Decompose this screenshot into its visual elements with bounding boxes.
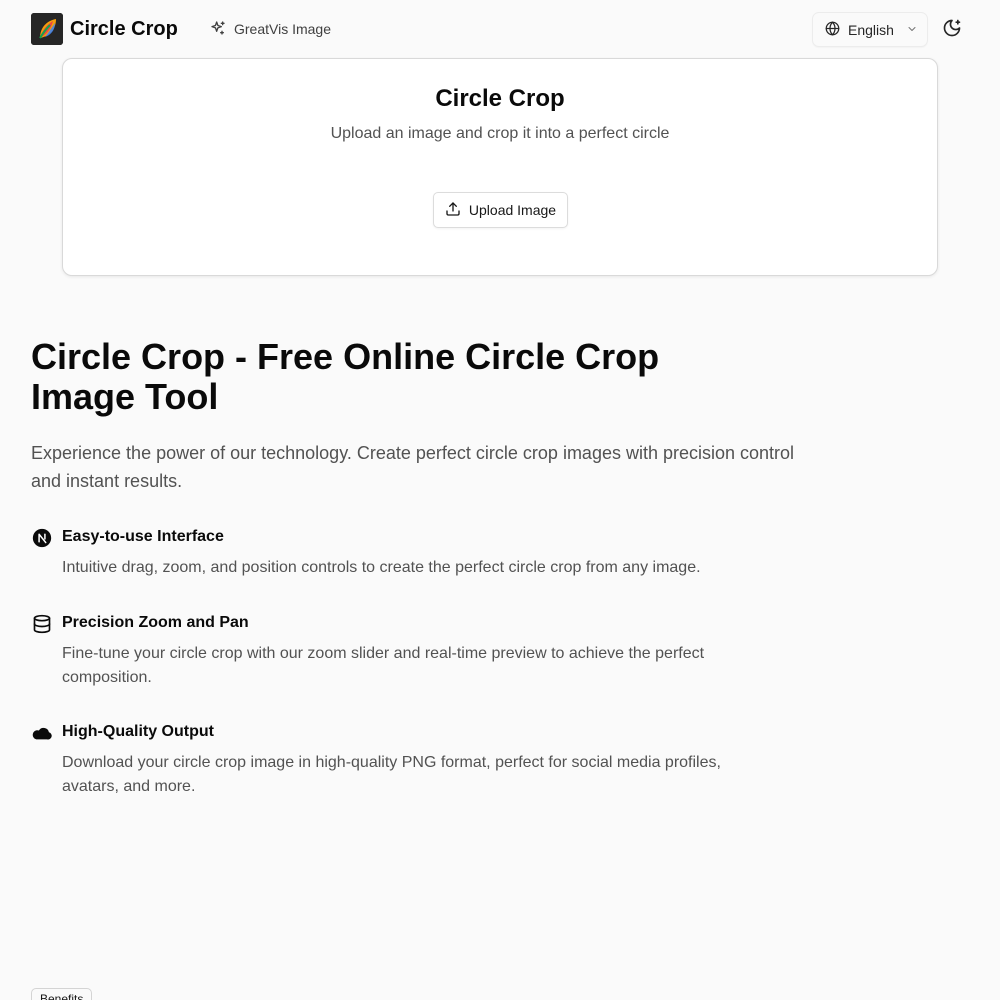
tool-subtitle: Upload an image and crop it into a perfe… <box>330 125 670 142</box>
moon-star-icon <box>942 18 962 43</box>
language-select[interactable]: English <box>812 12 928 47</box>
upload-image-label: Upload Image <box>468 202 557 218</box>
feature-description: Fine-tune your circle crop with our zoom… <box>62 645 705 686</box>
site-header: Circle Crop GreatVis Image English <box>0 0 1000 58</box>
brand-name[interactable]: Circle Crop <box>70 17 178 41</box>
page-title: Circle Crop - Free Online Circle Crop Im… <box>31 337 731 417</box>
upload-image-button[interactable]: Upload Image <box>433 192 568 228</box>
nextjs-icon <box>31 527 53 549</box>
page-description: Experience the power of our technology. … <box>31 443 795 491</box>
circle-crop-tool-card: Circle Crop Upload an image and crop it … <box>62 58 938 276</box>
page-title-line-2: Image Tool <box>31 376 219 417</box>
theme-toggle-button[interactable] <box>938 16 966 44</box>
feature-title: Easy-to-use Interface <box>62 528 224 545</box>
app-logo[interactable] <box>31 13 63 45</box>
upload-icon <box>445 201 461 220</box>
database-icon <box>31 613 53 635</box>
feature-description: Download your circle crop image in high-… <box>62 754 721 795</box>
nav-link-greatvis-image[interactable]: GreatVis Image <box>210 20 331 38</box>
chevron-down-icon <box>906 22 918 38</box>
feature-title: High-Quality Output <box>62 723 214 740</box>
sparkles-icon <box>210 20 226 39</box>
page-title-line-1: Circle Crop - Free Online Circle Crop <box>31 336 660 377</box>
feature-description: Intuitive drag, zoom, and position contr… <box>62 559 701 576</box>
globe-icon <box>825 20 840 39</box>
nav-link-label: GreatVis Image <box>234 21 332 37</box>
cloud-icon <box>31 722 53 744</box>
benefits-badge: Benefits <box>31 988 93 1000</box>
language-label: English <box>848 21 894 38</box>
feature-title: Precision Zoom and Pan <box>62 614 249 631</box>
tool-title: Circle Crop <box>435 85 565 112</box>
